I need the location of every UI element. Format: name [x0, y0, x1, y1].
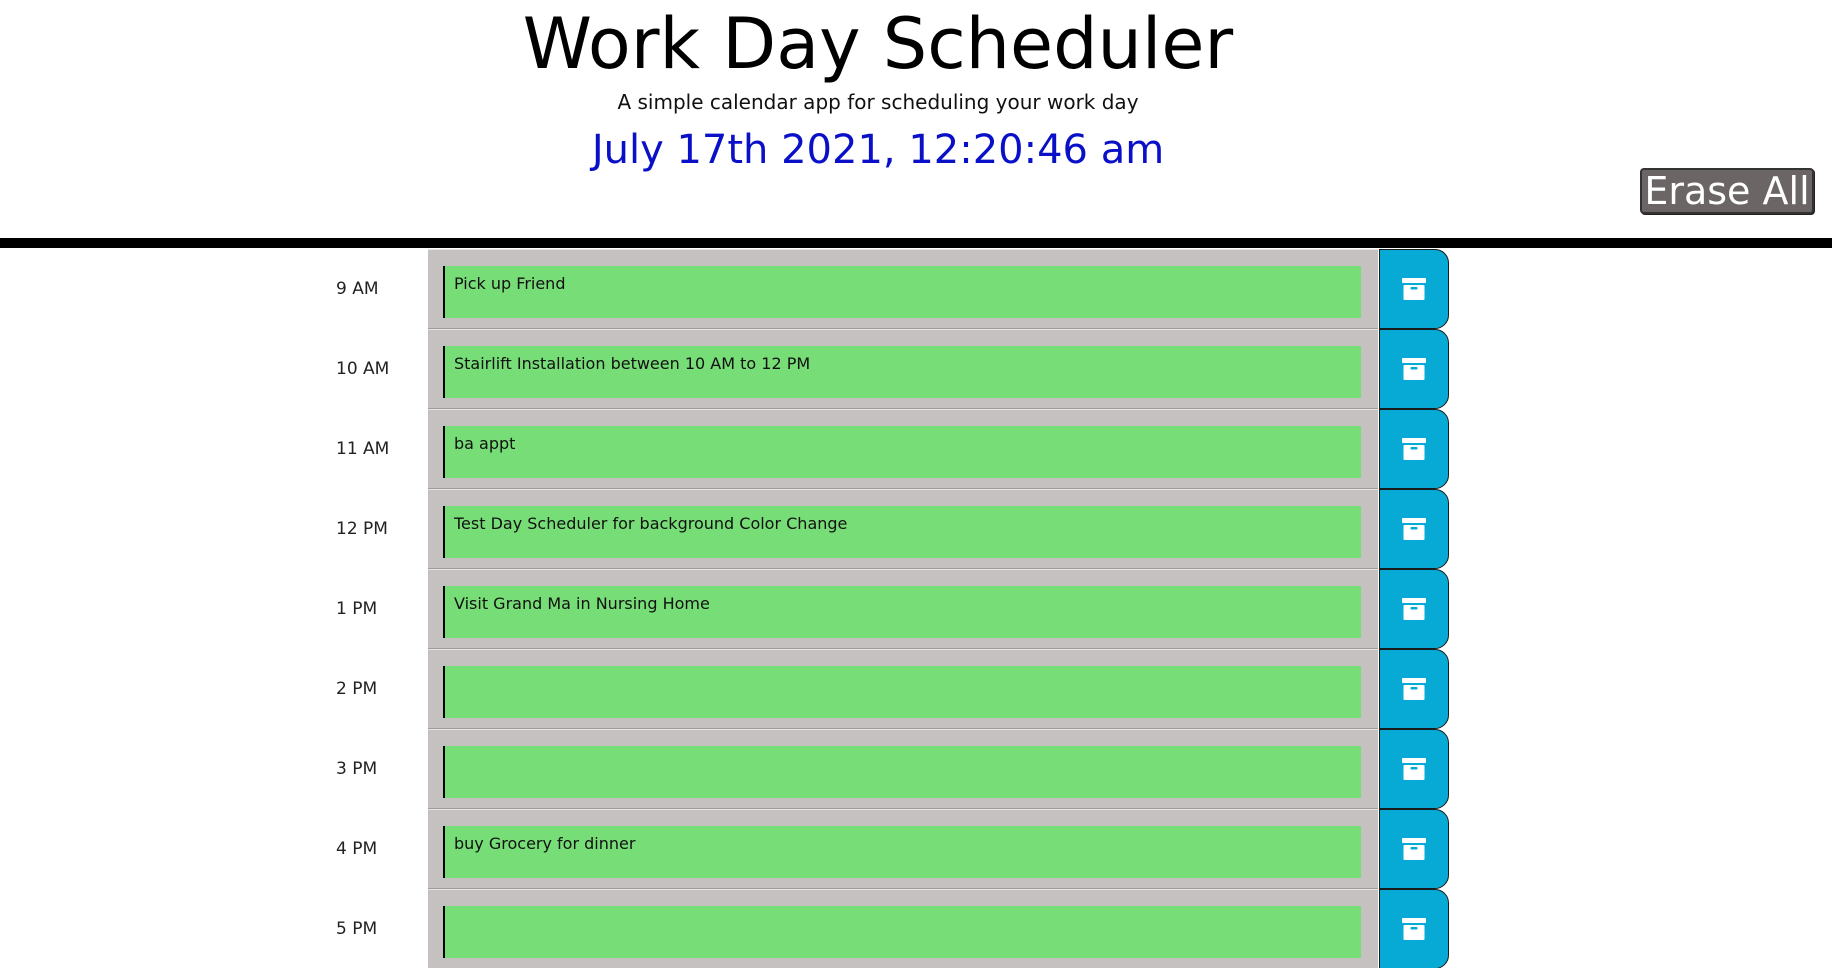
time-block-row: 9 AM Pick up Friend [0, 249, 1832, 329]
time-block-slot: Test Day Scheduler for background Color … [428, 489, 1378, 569]
time-block-row: 11 AM ba appt [0, 409, 1832, 489]
archive-box-icon [1402, 518, 1426, 540]
hour-label: 1 PM [336, 599, 378, 619]
save-button[interactable] [1379, 329, 1449, 409]
time-block-row: 5 PM [0, 889, 1832, 968]
archive-box-icon [1402, 278, 1426, 300]
time-block-slot: Pick up Friend [428, 249, 1378, 329]
time-block-row: 10 AM Stairlift Installation between 10 A… [0, 329, 1832, 409]
hour-label: 12 PM [336, 519, 388, 539]
event-textarea[interactable]: ba appt [443, 426, 1361, 478]
hour-label: 5 PM [336, 919, 378, 939]
time-block-slot [428, 729, 1378, 809]
page-subtitle: A simple calendar app for scheduling you… [617, 90, 1139, 114]
time-block-slot: ba appt [428, 409, 1378, 489]
save-button[interactable] [1379, 409, 1449, 489]
archive-box-icon [1402, 438, 1426, 460]
time-block-slot [428, 889, 1378, 968]
time-block-row: 4 PM buy Grocery for dinner [0, 809, 1832, 889]
schedule-list: 9 AM Pick up Friend 10 AM Stairlift Install… [0, 249, 1832, 968]
save-button[interactable] [1379, 729, 1449, 809]
time-block-slot: Stairlift Installation between 10 AM to … [428, 329, 1378, 409]
event-textarea[interactable] [443, 666, 1361, 718]
time-block-slot: Visit Grand Ma in Nursing Home [428, 569, 1378, 649]
current-date: July 17th 2021, 12:20:46 am [591, 127, 1165, 173]
hour-label: 10 AM [336, 359, 390, 379]
archive-box-icon [1402, 838, 1426, 860]
header: Work Day Scheduler A simple calendar app… [0, 0, 1832, 240]
time-block-slot [428, 649, 1378, 729]
event-textarea[interactable] [443, 746, 1361, 798]
time-block-row: 2 PM [0, 649, 1832, 729]
archive-box-icon [1402, 358, 1426, 380]
save-button[interactable] [1379, 889, 1449, 968]
save-button[interactable] [1379, 649, 1449, 729]
event-textarea[interactable] [443, 906, 1361, 958]
save-button[interactable] [1379, 489, 1449, 569]
time-block-row: 12 PM Test Day Scheduler for background C… [0, 489, 1832, 569]
event-textarea[interactable]: Visit Grand Ma in Nursing Home [443, 586, 1361, 638]
hour-label: 2 PM [336, 679, 378, 699]
hour-label: 3 PM [336, 759, 378, 779]
erase-all-button[interactable]: Erase All [1640, 168, 1814, 214]
hour-label: 11 AM [336, 439, 390, 459]
hour-label: 4 PM [336, 839, 378, 859]
event-textarea[interactable]: Test Day Scheduler for background Color … [443, 506, 1361, 558]
page-title: Work Day Scheduler [522, 3, 1234, 85]
archive-box-icon [1402, 758, 1426, 780]
archive-box-icon [1402, 678, 1426, 700]
save-button[interactable] [1379, 249, 1449, 329]
archive-box-icon [1402, 598, 1426, 620]
time-block-row: 3 PM [0, 729, 1832, 809]
event-textarea[interactable]: Stairlift Installation between 10 AM to … [443, 346, 1361, 398]
time-block-row: 1 PM Visit Grand Ma in Nursing Home [0, 569, 1832, 649]
scheduler-page: Work Day Scheduler A simple calendar app… [0, 0, 1832, 968]
event-textarea[interactable]: Pick up Friend [443, 266, 1361, 318]
save-button[interactable] [1379, 569, 1449, 649]
hour-label: 9 AM [336, 279, 379, 299]
save-button[interactable] [1379, 809, 1449, 889]
header-divider [0, 238, 1832, 248]
archive-box-icon [1402, 918, 1426, 940]
time-block-slot: buy Grocery for dinner [428, 809, 1378, 889]
event-textarea[interactable]: buy Grocery for dinner [443, 826, 1361, 878]
